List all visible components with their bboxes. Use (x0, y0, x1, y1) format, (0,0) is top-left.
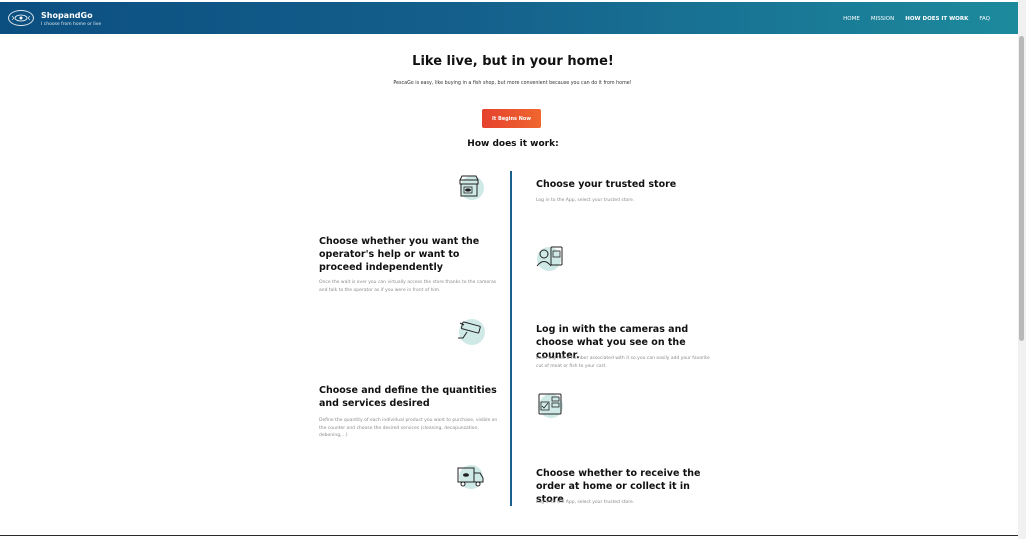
nav-faq[interactable]: FAQ (979, 16, 990, 22)
store-icon (455, 171, 485, 201)
step-2-title: Choose whether you want the operator's h… (319, 236, 480, 273)
nav-home[interactable]: HOME (843, 16, 860, 22)
camera-icon (455, 316, 485, 346)
step-4-title: Choose and define the quantities and ser… (319, 385, 497, 409)
operator-icon (535, 242, 565, 272)
scrollbar-thumb[interactable] (1019, 36, 1024, 341)
quantities-icon (535, 389, 565, 419)
timeline-line (510, 171, 512, 506)
how-it-works-title: How does it work: (467, 139, 559, 149)
step-2-text: Once the wait is over you can virtually … (319, 280, 497, 293)
step-4-text: Define the quantity of each individual p… (319, 418, 498, 438)
logo-icon[interactable] (8, 10, 34, 26)
nav-how-it-works[interactable]: HOW DOES IT WORK (905, 16, 968, 22)
page-scrollbar[interactable] (1018, 0, 1026, 539)
hero-title: Like live, but in your home! (412, 54, 614, 69)
main-nav: HOME MISSION HOW DOES IT WORK FAQ (843, 16, 990, 22)
delivery-truck-icon (455, 462, 485, 492)
brand-name[interactable]: ShopandGo (41, 12, 93, 20)
step-3-text: Each tag has a number associated with it… (536, 356, 710, 369)
footer-divider (0, 535, 1018, 536)
step-1-title: Choose your trusted store (536, 179, 677, 190)
brand-tagline: I choose from home or live (41, 22, 102, 27)
step-5-text: Log in to the App, select your trusted s… (536, 500, 635, 505)
top-navbar: ShopandGo I choose from home or live HOM… (0, 2, 1018, 34)
hero-description: PescaGo is easy, like buying in a fish s… (393, 81, 632, 86)
begin-now-button[interactable]: It Begins Now (482, 109, 541, 128)
step-1-text: Log in to the App, select your trusted s… (536, 198, 635, 203)
nav-mission[interactable]: MISSION (871, 16, 894, 22)
